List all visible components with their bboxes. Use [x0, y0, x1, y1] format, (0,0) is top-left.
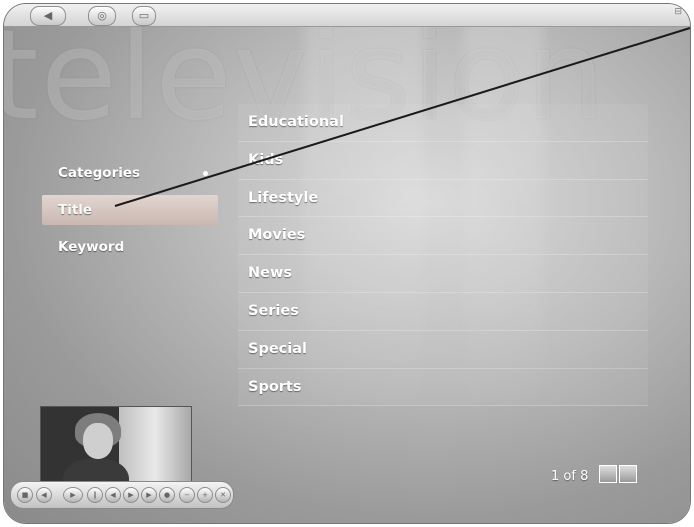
menu-item-label: Keyword [58, 239, 125, 255]
category-item-series[interactable]: Series [238, 292, 648, 331]
category-item-news[interactable]: News [238, 255, 648, 293]
volume-down-icon[interactable]: − [179, 487, 195, 503]
transport-controls: ■ ◀ ▶ ‖ ◀ ▶ ▶ ● − + ✕ [10, 481, 234, 509]
page-down-icon[interactable] [619, 465, 637, 483]
submenu-indicator-icon [203, 171, 208, 176]
record-icon[interactable]: ● [159, 487, 175, 503]
page-up-icon[interactable] [599, 465, 617, 483]
pager: 1 of 8 [551, 465, 637, 484]
menu-item-keyword[interactable]: Keyword [42, 232, 218, 262]
skip-back-icon[interactable]: ◀ [105, 487, 121, 503]
menu-item-label: Categories [58, 165, 141, 181]
play-icon[interactable]: ▶ [63, 487, 83, 503]
pager-text: 1 of 8 [551, 469, 589, 484]
category-item-movies[interactable]: Movies [238, 217, 648, 256]
window-controls-icon[interactable]: ⊟ [674, 7, 682, 17]
mute-icon[interactable]: ✕ [215, 487, 231, 503]
category-list: Educational Kids Lifestyle Movies News S… [238, 104, 648, 407]
menu-item-label: Title [58, 202, 93, 218]
pause-icon[interactable]: ‖ [87, 487, 103, 503]
menu-item-categories[interactable]: Categories [42, 158, 218, 188]
thumbnail-figure-face [83, 423, 113, 459]
fast-forward-icon[interactable]: ▶ [123, 487, 139, 503]
rewind-icon[interactable]: ◀ [36, 487, 52, 503]
category-item-sports[interactable]: Sports [238, 368, 648, 407]
volume-up-icon[interactable]: + [197, 487, 213, 503]
stop-icon[interactable]: ■ [17, 487, 33, 503]
skip-forward-icon[interactable]: ▶ [141, 487, 157, 503]
category-item-kids[interactable]: Kids [238, 141, 648, 180]
windows-logo-icon[interactable]: ◎ [88, 6, 116, 26]
category-item-educational[interactable]: Educational [238, 104, 648, 142]
media-center-window: television ◀ ◎ ▭ ⊟ Categories Title Keyw… [4, 4, 690, 523]
left-menu: Categories Title Keyword [42, 158, 218, 269]
top-bar: ◀ ◎ ▭ ⊟ [4, 4, 690, 27]
category-item-lifestyle[interactable]: Lifestyle [238, 179, 648, 218]
menu-item-title[interactable]: Title [42, 195, 218, 225]
back-icon[interactable]: ◀ [30, 6, 66, 26]
category-item-special[interactable]: Special [238, 330, 648, 369]
small-window-icon[interactable]: ▭ [132, 6, 156, 26]
